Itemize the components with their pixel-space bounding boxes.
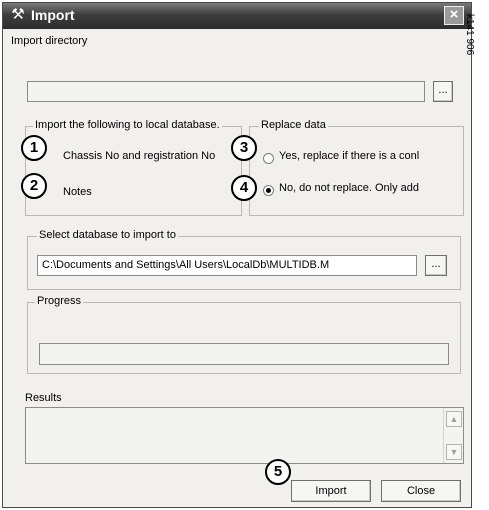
scroll-down-icon[interactable]: ▼	[446, 444, 462, 460]
replace-no-radio[interactable]	[263, 185, 274, 196]
tools-icon: ⚒	[11, 6, 25, 23]
close-window-button[interactable]: ×	[444, 6, 464, 25]
close-button[interactable]: Close	[381, 480, 461, 502]
import-dialog: ⚒ Import × Import directory ... Import t…	[2, 2, 472, 508]
progress-bar	[39, 343, 449, 365]
chassis-registration-checkbox-label[interactable]: Chassis No and registration No	[63, 150, 215, 162]
import-directory-browse-button[interactable]: ...	[433, 81, 453, 102]
notes-checkbox-label[interactable]: Notes	[63, 186, 92, 198]
window-title: Import	[31, 7, 75, 23]
select-database-legend: Select database to import to	[37, 229, 178, 241]
import-directory-field[interactable]	[27, 81, 425, 102]
replace-yes-label[interactable]: Yes, replace if there is a conl	[279, 150, 419, 162]
replace-data-group-legend: Replace data	[259, 119, 328, 131]
replace-data-group	[249, 126, 464, 216]
scroll-up-icon[interactable]: ▲	[446, 411, 462, 427]
callout-5: 5	[265, 459, 291, 485]
local-database-group	[25, 126, 242, 216]
results-label: Results	[25, 392, 62, 404]
title-bar[interactable]: ⚒ Import ×	[3, 3, 471, 29]
import-button[interactable]: Import	[291, 480, 371, 502]
local-database-group-legend: Import the following to local database.	[33, 119, 222, 131]
results-scrollbar[interactable]: ▲ ▼	[443, 408, 463, 463]
results-box[interactable]: ▲ ▼	[25, 407, 464, 464]
replace-no-label[interactable]: No, do not replace. Only add	[279, 182, 419, 194]
figure-code: k141 906	[464, 14, 475, 56]
database-browse-button[interactable]: ...	[425, 255, 447, 276]
callout-2: 2	[21, 173, 47, 199]
callout-1: 1	[21, 135, 47, 161]
replace-yes-radio[interactable]	[263, 153, 274, 164]
progress-legend: Progress	[35, 295, 84, 307]
callout-4: 4	[231, 175, 257, 201]
database-path-field[interactable]: C:\Documents and Settings\All Users\Loca…	[37, 255, 417, 276]
callout-3: 3	[231, 135, 257, 161]
import-directory-label: Import directory	[11, 35, 88, 47]
